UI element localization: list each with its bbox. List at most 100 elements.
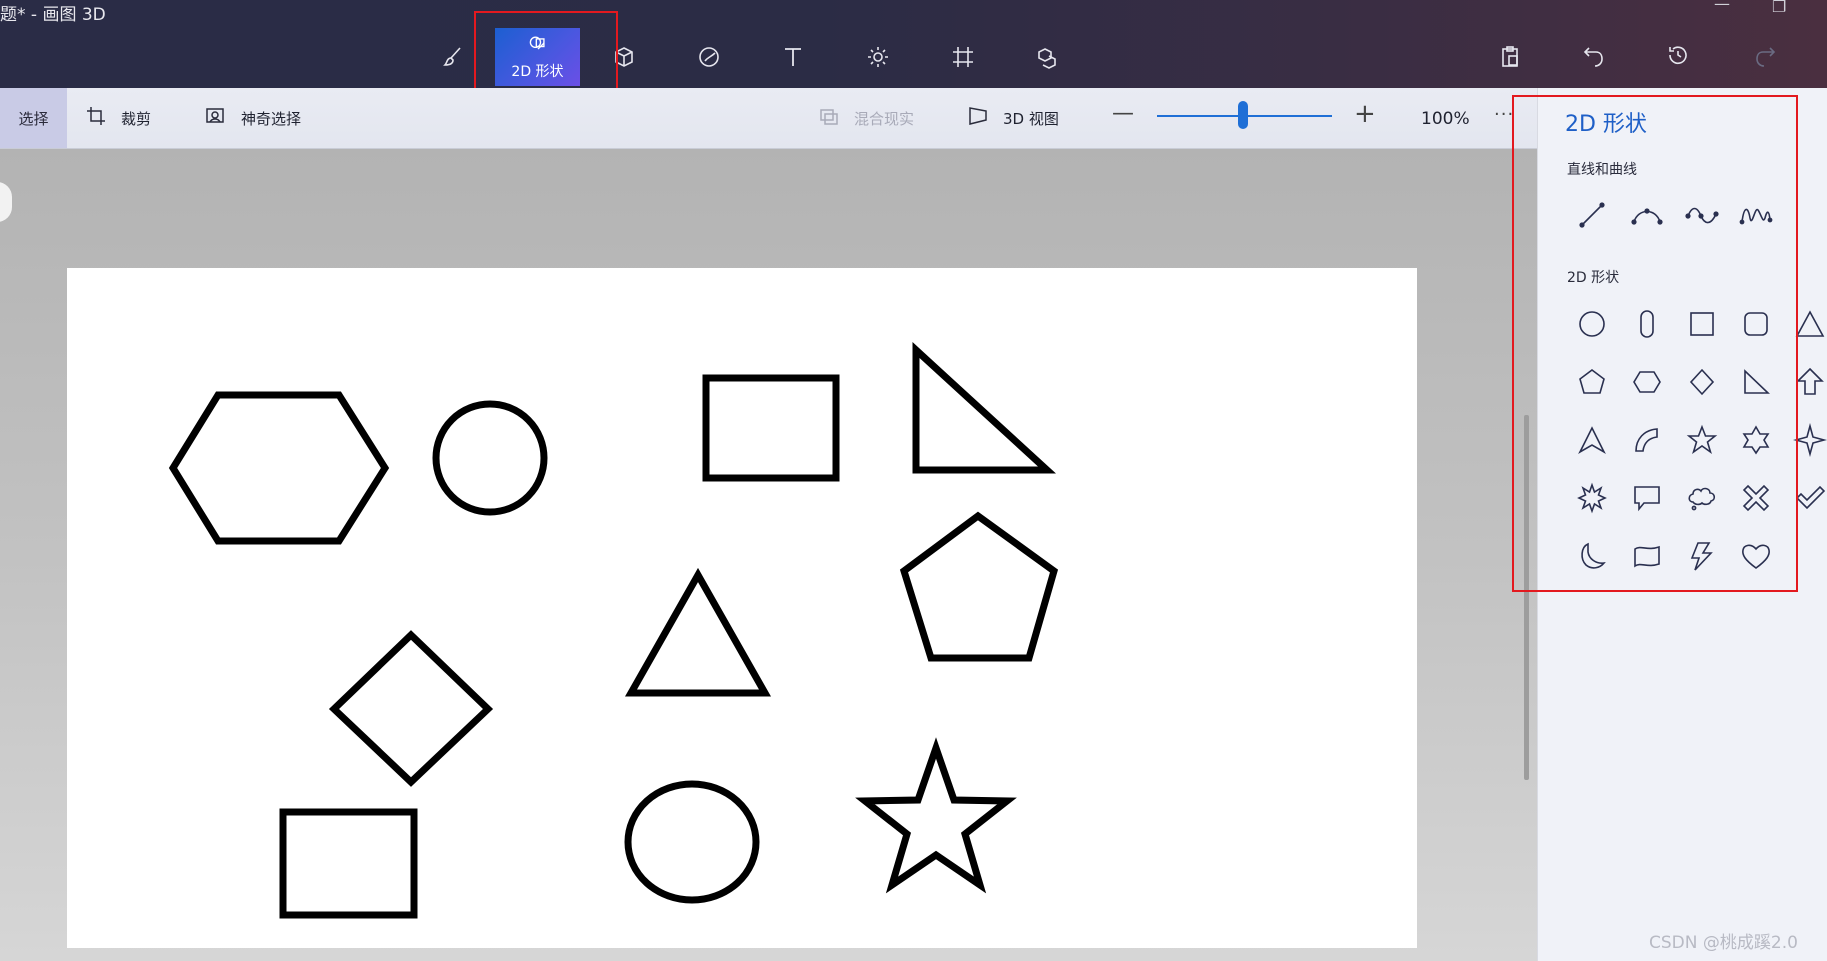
- speech-bubble-shape-tool[interactable]: [1626, 479, 1668, 521]
- paste-button[interactable]: [1489, 38, 1531, 80]
- panel-title: 2D 形状: [1565, 112, 1647, 137]
- 2d-shapes-label: 2D 形状: [511, 64, 564, 80]
- five-point-star-shape-tool[interactable]: [1681, 421, 1723, 463]
- sun-icon: [865, 44, 891, 74]
- sticker-icon: [696, 44, 722, 74]
- thought-bubble-icon: [1685, 481, 1719, 519]
- quarter-circle-icon: [1630, 423, 1664, 461]
- lightning-shape-tool[interactable]: [1681, 537, 1723, 579]
- redo-button[interactable]: [1744, 38, 1786, 80]
- right-triangle-shape-tool[interactable]: [1735, 363, 1777, 405]
- canvas-icon: [950, 44, 976, 74]
- 2d-shapes-icon: [525, 33, 551, 59]
- circle-shape-tool[interactable]: [1571, 305, 1613, 347]
- canvas-right-triangle: [912, 342, 1057, 474]
- triangle-shape-tool[interactable]: [1789, 305, 1827, 347]
- canvas-tool[interactable]: [942, 38, 984, 80]
- history-icon: [1665, 42, 1691, 72]
- minimize-button[interactable]: —: [1714, 0, 1738, 14]
- paste-icon: [1497, 44, 1523, 74]
- quarter-circle-shape-tool[interactable]: [1626, 421, 1668, 463]
- three-point-curve-tool[interactable]: [1735, 196, 1777, 238]
- hexagon-shape-tool[interactable]: [1626, 363, 1668, 405]
- stickers-tool[interactable]: [688, 38, 730, 80]
- crop-button[interactable]: 裁剪: [85, 88, 151, 148]
- text-tool[interactable]: [772, 38, 814, 80]
- 3d-cube-icon: [611, 44, 637, 74]
- speech-bubble-icon: [1630, 481, 1664, 519]
- line-icon: [1575, 198, 1609, 236]
- burst-shape-tool[interactable]: [1571, 479, 1613, 521]
- zoom-level: 100%: [1421, 109, 1470, 129]
- crop-label: 裁剪: [121, 109, 152, 128]
- four-point-star-shape-tool[interactable]: [1789, 421, 1827, 463]
- square-shape-tool[interactable]: [1681, 305, 1723, 347]
- six-point-star-shape-tool[interactable]: [1735, 421, 1777, 463]
- moon-shape-tool[interactable]: [1571, 537, 1613, 579]
- vertical-scrollbar[interactable]: [1524, 415, 1529, 780]
- arrowhead-icon: [1575, 423, 1609, 461]
- undo-button[interactable]: [1573, 38, 1615, 80]
- checkmark-shape-tool[interactable]: [1789, 479, 1827, 521]
- circle-icon: [1575, 307, 1609, 345]
- two-point-curve-tool[interactable]: [1681, 196, 1723, 238]
- checkmark-icon: [1793, 481, 1827, 519]
- 3d-library-tool[interactable]: [1027, 38, 1069, 80]
- canvas-rectangle-1: [702, 374, 840, 482]
- line-tool[interactable]: [1571, 196, 1613, 238]
- lightning-icon: [1685, 539, 1719, 577]
- banner-shape-tool[interactable]: [1626, 537, 1668, 579]
- zoom-slider-thumb[interactable]: [1238, 101, 1248, 129]
- canvas-star: [855, 737, 1017, 894]
- rounded-square-shape-tool[interactable]: [1735, 305, 1777, 347]
- x-shape-tool[interactable]: [1735, 479, 1777, 521]
- heart-shape-tool[interactable]: [1735, 537, 1777, 579]
- drawing-canvas[interactable]: [67, 268, 1417, 948]
- hexagon-icon: [1630, 365, 1664, 403]
- text-icon: [780, 44, 806, 74]
- curve-tool[interactable]: [1626, 196, 1668, 238]
- zoom-in-button[interactable]: +: [1354, 101, 1376, 127]
- burst-icon: [1575, 481, 1609, 519]
- mixed-reality-button[interactable]: 混合现实: [818, 88, 914, 148]
- x-mark-icon: [1739, 481, 1773, 519]
- 2d-shapes-tool[interactable]: 2D 形状: [495, 28, 580, 86]
- brushes-tool[interactable]: [432, 38, 474, 80]
- arrow-up-icon: [1793, 365, 1827, 403]
- main-toolbar: [0, 0, 1827, 88]
- view-3d-button[interactable]: 3D 视图: [967, 88, 1059, 148]
- arrow-shape-tool[interactable]: [1789, 363, 1827, 405]
- effects-tool[interactable]: [857, 38, 899, 80]
- select-button[interactable]: 选择: [0, 88, 67, 148]
- window-title: 题* - 画图 3D: [0, 5, 106, 25]
- magic-select-button[interactable]: 神奇选择: [205, 88, 301, 148]
- banner-icon: [1630, 539, 1664, 577]
- square-icon: [1685, 307, 1719, 345]
- thought-bubble-shape-tool[interactable]: [1681, 479, 1723, 521]
- 3d-view-icon: [967, 105, 1003, 131]
- canvas-hexagon: [168, 391, 390, 545]
- capsule-shape-tool[interactable]: [1626, 305, 1668, 347]
- canvas-rectangle-2: [279, 808, 418, 919]
- select-label: 选择: [18, 109, 49, 128]
- lines-section-label: 直线和曲线: [1567, 162, 1637, 178]
- diamond-shape-tool[interactable]: [1681, 363, 1723, 405]
- canvas-circle: [432, 400, 548, 516]
- restore-button[interactable]: ❐: [1772, 0, 1792, 16]
- canvas-ellipse: [624, 780, 760, 904]
- pentagon-shape-tool[interactable]: [1571, 363, 1613, 405]
- arrowhead-shape-tool[interactable]: [1571, 421, 1613, 463]
- more-options-button[interactable]: ···: [1494, 104, 1514, 125]
- capsule-icon: [1630, 307, 1664, 345]
- 3d-shapes-tool[interactable]: [603, 38, 645, 80]
- magic-select-icon: [205, 105, 241, 131]
- zoom-out-button[interactable]: —: [1112, 103, 1134, 125]
- mixed-reality-icon: [818, 105, 854, 131]
- heart-icon: [1739, 539, 1773, 577]
- six-point-star-icon: [1739, 423, 1773, 461]
- canvas-triangle: [624, 567, 772, 697]
- pentagon-icon: [1575, 365, 1609, 403]
- canvas-diamond: [328, 630, 494, 787]
- view-3d-label: 3D 视图: [1003, 109, 1059, 128]
- history-button[interactable]: [1657, 36, 1699, 78]
